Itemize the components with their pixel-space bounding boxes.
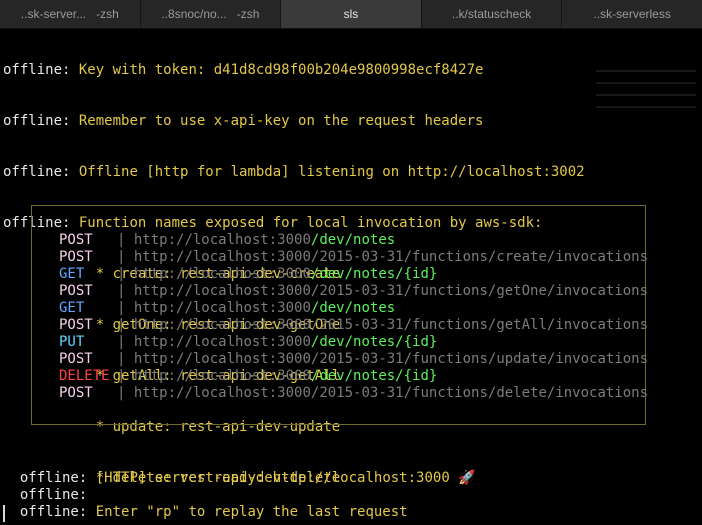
tab-5[interactable]: ..sk-serverless bbox=[562, 0, 702, 28]
route-row: POST | http://localhost:3000/2015-03-31/f… bbox=[59, 317, 648, 334]
route-method: GET bbox=[59, 266, 85, 282]
route-method: POST bbox=[59, 283, 93, 299]
route-row: POST | http://localhost:3000/2015-03-31/f… bbox=[59, 385, 648, 402]
tab-1-subtitle: -zsh bbox=[96, 7, 119, 21]
route-separator: | bbox=[117, 351, 126, 367]
route-method: POST bbox=[59, 351, 93, 367]
route-separator: | bbox=[117, 249, 126, 265]
route-path: /2015-03-31/functions/getAll/invocations bbox=[310, 317, 649, 333]
tab-2-title: ..8snoc/no... bbox=[161, 7, 227, 21]
route-method: DELETE bbox=[59, 368, 110, 384]
route-method: POST bbox=[59, 385, 93, 401]
route-method: POST bbox=[59, 232, 93, 248]
route-base-url: http://localhost:3000 bbox=[133, 283, 311, 299]
route-path: /dev/notes bbox=[310, 300, 396, 316]
routes-box: POST | http://localhost:3000/dev/notes POS… bbox=[31, 205, 648, 425]
route-method: GET bbox=[59, 300, 85, 316]
tab-1-title: ..sk-server... bbox=[20, 7, 87, 21]
route-path: /dev/notes bbox=[310, 232, 396, 248]
tab-bar: ..sk-server... -zsh ..8snoc/no... -zsh s… bbox=[0, 0, 702, 29]
route-base-url: http://localhost:3000 bbox=[133, 232, 311, 248]
route-separator: | bbox=[117, 283, 126, 299]
route-base-url: http://localhost:3000 bbox=[133, 317, 311, 333]
route-base-url: http://localhost:3000 bbox=[133, 351, 311, 367]
route-separator: | bbox=[117, 317, 126, 333]
route-separator: | bbox=[117, 232, 126, 248]
route-method: PUT bbox=[59, 334, 85, 350]
route-base-url: http://localhost:3000 bbox=[133, 266, 311, 282]
route-path: /2015-03-31/functions/update/invocations bbox=[310, 351, 649, 367]
route-path: /dev/notes/{id} bbox=[310, 266, 438, 282]
tab-1[interactable]: ..sk-server... -zsh bbox=[0, 0, 141, 28]
route-separator: | bbox=[117, 300, 126, 316]
route-separator: | bbox=[117, 385, 126, 401]
route-row: POST | http://localhost:3000/2015-03-31/f… bbox=[59, 283, 648, 300]
route-base-url: http://localhost:3000 bbox=[133, 300, 311, 316]
route-base-url: http://localhost:3000 bbox=[133, 385, 311, 401]
tab-2-subtitle: -zsh bbox=[236, 7, 260, 21]
route-row: GET | http://localhost:3000/dev/notes bbox=[59, 300, 395, 317]
route-row: DELETE | http://localhost:3000/dev/notes/… bbox=[59, 368, 437, 385]
tab-5-title: ..sk-serverless bbox=[593, 7, 671, 21]
tab-3-title: sls bbox=[343, 7, 359, 21]
route-base-url: http://localhost:3000 bbox=[133, 368, 311, 384]
log-line: offline: Key with token: d41d8cd98f00b20… bbox=[3, 62, 484, 78]
route-row: POST | http://localhost:3000/2015-03-31/f… bbox=[59, 249, 648, 266]
log-line-replay-hint: offline: Enter "rp" to replay the last r… bbox=[19, 504, 408, 520]
tab-3-active[interactable]: sls bbox=[281, 0, 422, 28]
route-path: /2015-03-31/functions/getOne/invocations bbox=[310, 283, 649, 299]
route-path: /2015-03-31/functions/create/invocations bbox=[310, 249, 649, 265]
route-path: /dev/notes/{id} bbox=[310, 334, 438, 350]
route-row: POST | http://localhost:3000/dev/notes bbox=[59, 232, 395, 249]
tab-2[interactable]: ..8snoc/no... -zsh bbox=[140, 0, 282, 28]
log-line: offline: Offline [http for lambda] liste… bbox=[3, 164, 585, 180]
route-base-url: http://localhost:3000 bbox=[133, 334, 311, 350]
route-base-url: http://localhost:3000 bbox=[133, 249, 311, 265]
route-path: /2015-03-31/functions/delete/invocations bbox=[310, 385, 649, 401]
terminal-cursor[interactable] bbox=[3, 505, 5, 522]
route-row: POST | http://localhost:3000/2015-03-31/f… bbox=[59, 351, 648, 368]
log-line: offline: Remember to use x-api-key on th… bbox=[3, 113, 484, 129]
route-separator: | bbox=[117, 334, 126, 350]
tab-4-title: ..k/statuscheck bbox=[451, 7, 532, 21]
rocket-icon: 🚀 bbox=[458, 470, 476, 486]
route-method: POST bbox=[59, 249, 93, 265]
tab-4[interactable]: ..k/statuscheck bbox=[421, 0, 563, 28]
route-separator: | bbox=[117, 266, 126, 282]
route-row: PUT | http://localhost:3000/dev/notes/{id… bbox=[59, 334, 437, 351]
route-separator: | bbox=[117, 368, 126, 384]
route-row: GET | http://localhost:3000/dev/notes/{id… bbox=[59, 266, 437, 283]
route-path: /dev/notes/{id} bbox=[310, 368, 438, 384]
route-method: POST bbox=[59, 317, 93, 333]
